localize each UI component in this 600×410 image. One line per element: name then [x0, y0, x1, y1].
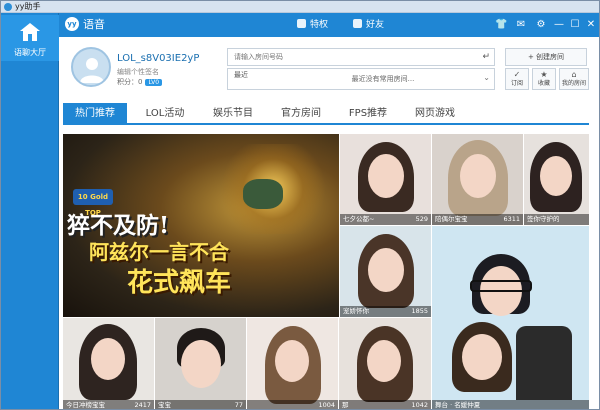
room-tile[interactable]: 签你守护的 — [524, 134, 589, 225]
promo-banner[interactable]: 10 Gold TOP 猝不及防! 阿兹尔一言不合 花式飙车 — [63, 134, 339, 317]
room-tile[interactable]: 舞台 · 名媛仲夏 — [432, 226, 589, 409]
portrait-face — [368, 248, 404, 292]
portrait-face — [460, 154, 496, 198]
level-badge: LV0 — [145, 79, 163, 86]
portrait-face — [462, 334, 502, 380]
tile-caption: 宝宝 77 — [155, 400, 246, 409]
portrait-face — [275, 340, 309, 382]
check-icon: ✓ — [513, 70, 521, 79]
voice-logo-icon: yy — [65, 17, 79, 31]
section-title: 语音 — [83, 18, 105, 31]
room-tile[interactable]: 1004 — [247, 318, 338, 409]
viewer-count: 1004 — [318, 401, 335, 409]
promo-subline: 阿兹尔一言不合 — [89, 240, 229, 264]
room-tile[interactable]: 今日冲榜宝宝 2417 — [63, 318, 154, 409]
viewer-count: 529 — [415, 215, 428, 223]
nav-privilege[interactable]: 特权 — [297, 13, 328, 37]
tile-caption: 七夕公都~ 529 — [340, 214, 431, 225]
recent-value: 最近没有常用房间... — [351, 75, 415, 83]
glasses-icon — [470, 280, 532, 292]
portrait-face — [91, 338, 125, 380]
portrait-body — [516, 326, 572, 400]
room-grid: 10 Gold TOP 猝不及防! 阿兹尔一言不合 花式飙车 七夕公都~ 529 … — [63, 128, 589, 409]
room-tile[interactable]: 宠娇怀你 1855 — [340, 226, 431, 317]
viewer-count: 77 — [234, 401, 243, 409]
tile-caption: 签你守护的 — [524, 214, 589, 225]
house-icon: ⌂ — [571, 70, 577, 79]
create-room-button[interactable]: + 创建房间 — [505, 48, 587, 66]
tile-caption: 舞台 · 名媛仲夏 — [432, 400, 589, 409]
tab-entertainment[interactable]: 娱乐节目 — [201, 103, 265, 125]
viewer-count: 2417 — [134, 401, 151, 409]
title-bar: yy助手 — [1, 1, 599, 13]
room-tile[interactable]: 宝宝 77 — [155, 318, 246, 409]
tile-caption: 宠娇怀你 1855 — [340, 306, 431, 317]
friends-icon — [353, 19, 362, 28]
room-tile[interactable]: 那 1042 — [339, 318, 431, 409]
portrait-face — [540, 156, 572, 196]
default-avatar-icon — [80, 58, 104, 83]
minimize-icon[interactable]: — — [553, 19, 565, 31]
portrait-face — [367, 340, 401, 382]
tab-fps[interactable]: FPS推荐 — [337, 103, 399, 125]
viewer-count: 6311 — [503, 215, 520, 223]
tile-caption: 陪偶尔宝宝 6311 — [432, 214, 523, 225]
subscribe-button[interactable]: ✓ 订阅 — [505, 68, 529, 90]
close-icon[interactable]: ✕ — [585, 19, 597, 31]
maximize-icon[interactable]: ☐ — [569, 19, 581, 31]
tab-web-games[interactable]: 网页游戏 — [403, 103, 467, 125]
promo-badge: 10 Gold TOP — [73, 189, 113, 217]
viewer-count: 1042 — [411, 401, 428, 409]
room-tile[interactable]: 七夕公都~ 529 — [340, 134, 431, 225]
tile-caption: 今日冲榜宝宝 2417 — [63, 400, 154, 409]
points-row: 积分：0 LV0 — [117, 77, 163, 87]
tab-lol-events[interactable]: LOL活动 — [135, 103, 195, 125]
app-logo-icon — [4, 3, 12, 11]
mail-icon[interactable]: ✉ — [515, 19, 527, 31]
username[interactable]: LOL_s8V03IE2yP — [117, 53, 199, 64]
room-tile[interactable]: 陪偶尔宝宝 6311 — [432, 134, 523, 225]
chevron-down-icon: ⌄ — [483, 73, 490, 82]
app-title: yy助手 — [15, 2, 41, 11]
sidebar: 语聊大厅 — [1, 13, 59, 409]
sidebar-item-voice-hall[interactable]: 语聊大厅 — [1, 15, 59, 61]
privilege-icon — [297, 19, 306, 28]
my-rooms-button[interactable]: ⌂ 我的房间 — [559, 68, 589, 90]
viewer-count: 1855 — [411, 307, 428, 315]
avatar[interactable] — [71, 47, 111, 87]
top-bar: yy 语音 特权 好友 👕 ✉ ⚙ — ☐ ✕ — [59, 13, 599, 37]
nav-friends[interactable]: 好友 — [353, 13, 384, 37]
portrait-face — [368, 154, 404, 198]
signature-edit[interactable]: 编辑个性签名 — [117, 67, 159, 77]
home-icon — [20, 23, 40, 41]
tile-caption: 那 1042 — [339, 400, 431, 409]
promo-headline: 猝不及防! — [67, 212, 170, 239]
star-icon: ★ — [540, 70, 548, 79]
room-search-input[interactable] — [228, 49, 468, 65]
room-search: ↵ — [227, 48, 495, 66]
category-tabs: 热门推荐 LOL活动 娱乐节目 官方房间 FPS推荐 网页游戏 — [63, 103, 589, 125]
recent-label: 最近 — [234, 71, 248, 79]
tab-hot[interactable]: 热门推荐 — [63, 103, 127, 125]
points-label: 积分：0 — [117, 78, 143, 86]
sidebar-item-label: 语聊大厅 — [14, 48, 46, 57]
enter-icon[interactable]: ↵ — [482, 52, 490, 62]
app-window: yy助手 语聊大厅 yy 语音 特权 好友 👕 ✉ ⚙ — ☐ ✕ LOL_s8… — [0, 0, 600, 410]
promo-tagline: 花式飙车 — [127, 268, 232, 298]
portrait-face — [181, 340, 221, 388]
game-scene-terrain — [243, 179, 283, 209]
recent-rooms-select[interactable]: 最近 最近没有常用房间... ⌄ — [227, 68, 495, 90]
tab-official[interactable]: 官方房间 — [269, 103, 333, 125]
favorite-button[interactable]: ★ 收藏 — [532, 68, 556, 90]
settings-icon[interactable]: ⚙ — [535, 19, 547, 31]
shirt-icon[interactable]: 👕 — [495, 19, 507, 31]
tile-caption: 1004 — [247, 400, 338, 409]
